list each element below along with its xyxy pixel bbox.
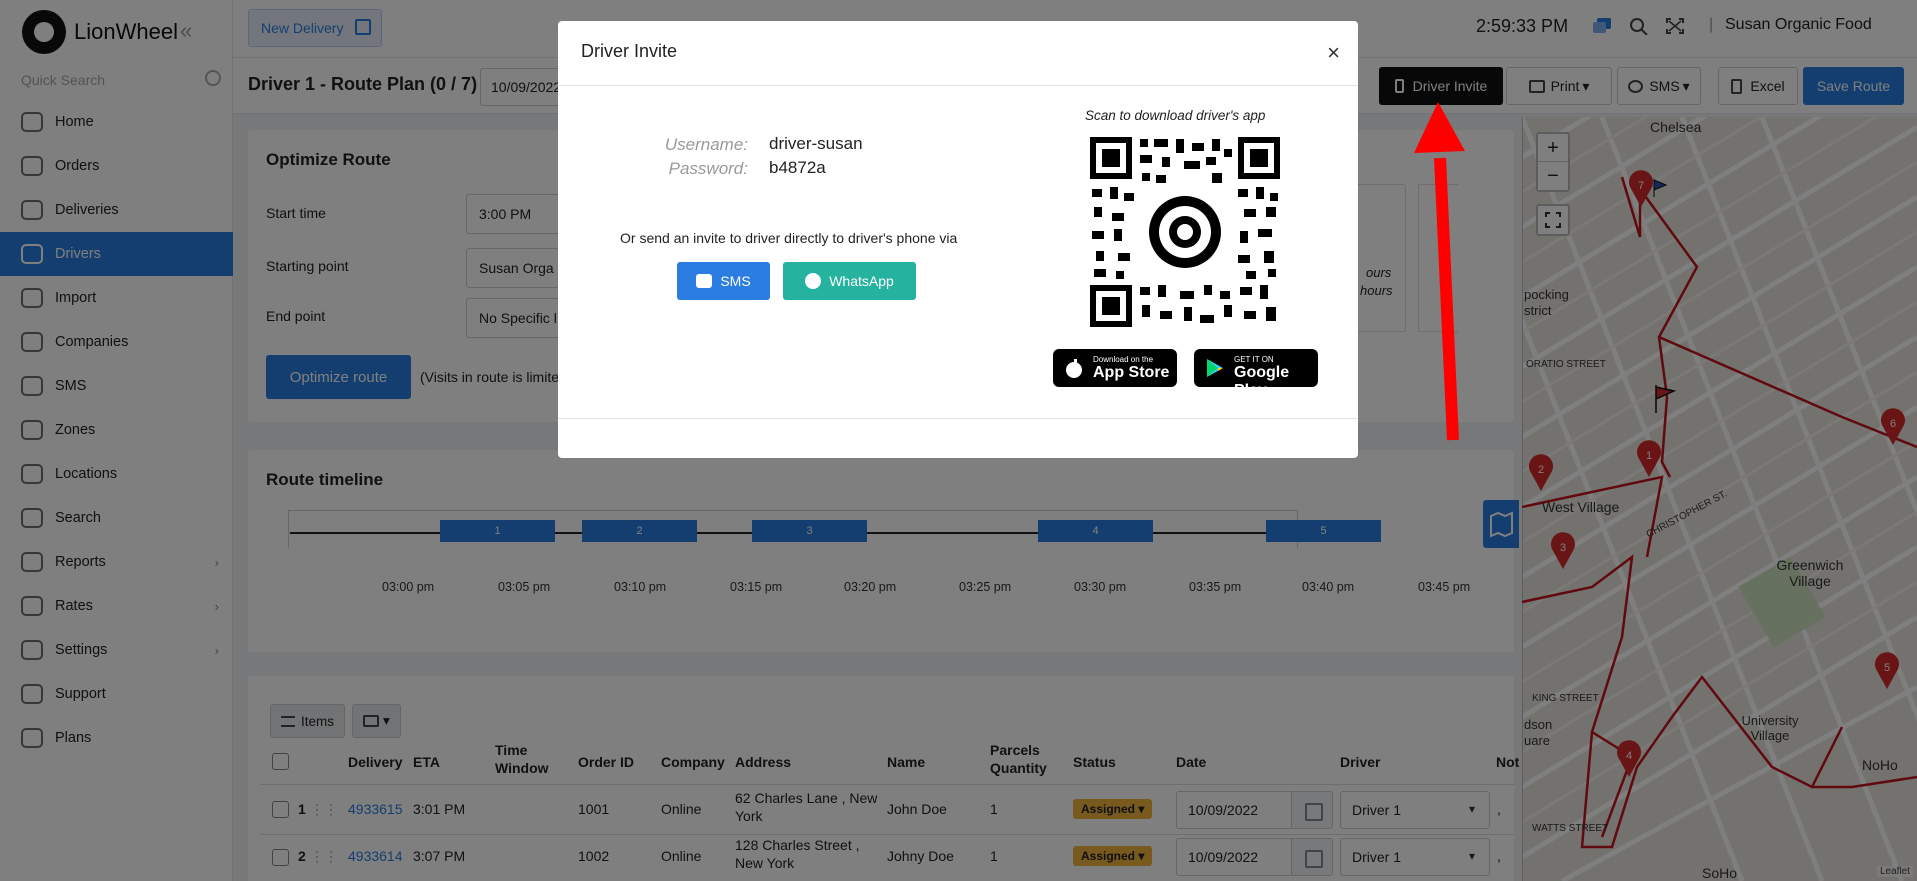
annotation-arrow	[1414, 102, 1465, 441]
